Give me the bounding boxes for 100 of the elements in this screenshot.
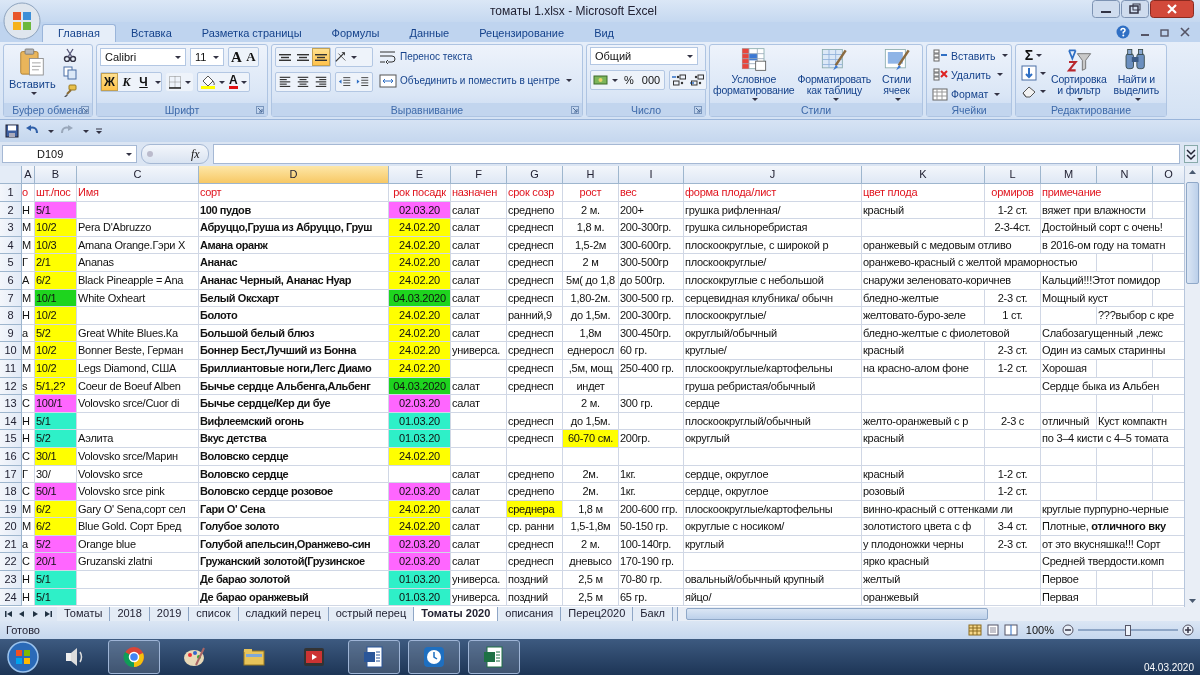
insert-function-button[interactable]: fx	[191, 146, 200, 162]
horizontal-scrollbar[interactable]	[677, 607, 1200, 621]
sheet-tab[interactable]: Бакл	[633, 607, 673, 621]
column-header[interactable]: F	[451, 166, 507, 184]
previous-sheet-icon[interactable]	[17, 609, 27, 619]
font-style-button[interactable]: Ч	[135, 73, 152, 91]
column-header[interactable]: M	[1041, 166, 1097, 184]
dialog-launcher-icon[interactable]	[256, 106, 264, 114]
sheet-tab[interactable]: описания	[498, 607, 562, 621]
column-header[interactable]: G	[507, 166, 563, 184]
taskbar-button[interactable]	[348, 640, 400, 674]
sheet-tab[interactable]: Томаты 2020	[414, 607, 499, 621]
scroll-thumb[interactable]	[1186, 182, 1199, 284]
ribbon-tab[interactable]: Рецензирование	[464, 25, 580, 42]
row-header[interactable]: 8	[0, 307, 22, 325]
page-break-icon[interactable]	[1003, 624, 1018, 636]
column-header[interactable]: J	[684, 166, 862, 184]
delete-cells-button[interactable]: Удалить	[930, 66, 1008, 84]
row-header[interactable]: 13	[0, 395, 22, 413]
wrap-text-button[interactable]: Перенос текста	[377, 47, 574, 66]
row-header[interactable]: 18	[0, 483, 22, 501]
shrink-font-button[interactable]: A	[243, 48, 258, 66]
fill-button[interactable]	[1019, 65, 1048, 81]
row-header[interactable]: 1	[0, 184, 22, 202]
row-header[interactable]: 15	[0, 430, 22, 448]
vertical-align-button[interactable]	[312, 48, 330, 66]
sheet-tab[interactable]: Томаты	[57, 607, 111, 621]
ribbon-tab[interactable]: Главная	[42, 24, 116, 42]
sheet-tab[interactable]: острый перец	[328, 607, 415, 621]
next-sheet-icon[interactable]	[30, 609, 40, 619]
column-header[interactable]: H	[563, 166, 619, 184]
name-box[interactable]: D109	[2, 145, 137, 163]
conditional-formatting-button[interactable]: Условное форматирование	[713, 47, 795, 103]
row-header[interactable]: 5	[0, 254, 22, 272]
sheet-tab[interactable]: сладкий перец	[238, 607, 329, 621]
column-header[interactable]: B	[35, 166, 77, 184]
row-header[interactable]: 23	[0, 571, 22, 589]
last-sheet-icon[interactable]	[43, 609, 53, 619]
row-header[interactable]: 22	[0, 553, 22, 572]
close-icon[interactable]	[1180, 27, 1190, 37]
font-style-button[interactable]: Ж	[101, 73, 118, 91]
restore-icon[interactable]	[1160, 27, 1170, 37]
borders-button[interactable]	[166, 73, 193, 91]
row-header[interactable]: 3	[0, 219, 22, 237]
format-as-table-button[interactable]: Форматировать как таблицу	[797, 47, 872, 103]
ribbon-tab[interactable]: Разметка страницы	[186, 25, 317, 42]
ribbon-tab[interactable]: Формулы	[316, 25, 395, 42]
customize-icon[interactable]	[95, 127, 103, 135]
column-header[interactable]: D	[199, 166, 389, 184]
column-header[interactable]: C	[77, 166, 199, 184]
close-icon[interactable]	[1150, 0, 1194, 18]
column-header[interactable]: O	[1153, 166, 1184, 184]
percent-button[interactable]: %	[620, 71, 638, 89]
column-header[interactable]: L	[985, 166, 1041, 184]
format-cells-button[interactable]: Формат	[930, 85, 1008, 103]
column-header[interactable]: N	[1097, 166, 1153, 184]
sheet-tab[interactable]: 2018	[110, 607, 150, 621]
thousands-button[interactable]: 000	[637, 71, 665, 89]
taskbar-button[interactable]	[108, 640, 160, 674]
sheet-tab[interactable]: 2019	[149, 607, 190, 621]
restore-icon[interactable]	[1121, 0, 1149, 18]
ribbon-tab[interactable]: Вставка	[115, 25, 187, 42]
dialog-launcher-icon[interactable]	[571, 106, 579, 114]
increase-decimal-button[interactable]	[670, 71, 689, 89]
column-header[interactable]: E	[389, 166, 451, 184]
paste-button[interactable]: Вставить	[7, 47, 58, 103]
sheet-tab[interactable]: список	[189, 607, 239, 621]
expand-icon[interactable]	[1184, 145, 1198, 163]
dialog-launcher-icon[interactable]	[694, 106, 702, 114]
row-header[interactable]: 10	[0, 342, 22, 360]
formula-input[interactable]	[212, 144, 1180, 164]
decrease-decimal-button[interactable]	[688, 71, 707, 89]
normal-view-icon[interactable]	[967, 624, 982, 636]
sheet-tab[interactable]: Перец2020	[561, 607, 634, 621]
minimize-icon[interactable]	[1092, 0, 1120, 18]
column-header[interactable]: I	[619, 166, 684, 184]
taskbar-button[interactable]	[408, 640, 460, 674]
dialog-launcher-icon[interactable]	[81, 106, 89, 114]
font-style-button[interactable]: К	[118, 73, 135, 91]
zoom-out-icon[interactable]	[1062, 624, 1074, 636]
font-size-field[interactable]: 11	[190, 48, 224, 66]
taskbar-button[interactable]	[468, 640, 520, 674]
start-button-icon[interactable]	[6, 640, 40, 674]
slider-thumb[interactable]	[1125, 624, 1131, 636]
ribbon-tab[interactable]: Данные	[394, 25, 465, 42]
column-header[interactable]: A	[22, 166, 35, 184]
cell-styles-button[interactable]: Стили ячеек	[874, 47, 919, 103]
column-header[interactable]: K	[862, 166, 985, 184]
font-color-button[interactable]: A	[227, 73, 249, 91]
help-icon[interactable]	[1116, 25, 1130, 39]
fill-color-button[interactable]	[198, 73, 227, 91]
row-header[interactable]: 20	[0, 518, 22, 536]
scroll-thumb[interactable]	[686, 608, 988, 620]
save-icon[interactable]	[5, 124, 19, 138]
number-format-field[interactable]: Общий	[590, 47, 698, 65]
page-layout-icon[interactable]	[985, 624, 1000, 636]
grow-font-button[interactable]: A	[229, 48, 244, 66]
font-name-field[interactable]: Calibri	[100, 48, 186, 66]
autosum-button[interactable]: Σ	[1019, 47, 1048, 63]
merge-center-button[interactable]: Объединить и поместить в центре	[377, 71, 574, 90]
